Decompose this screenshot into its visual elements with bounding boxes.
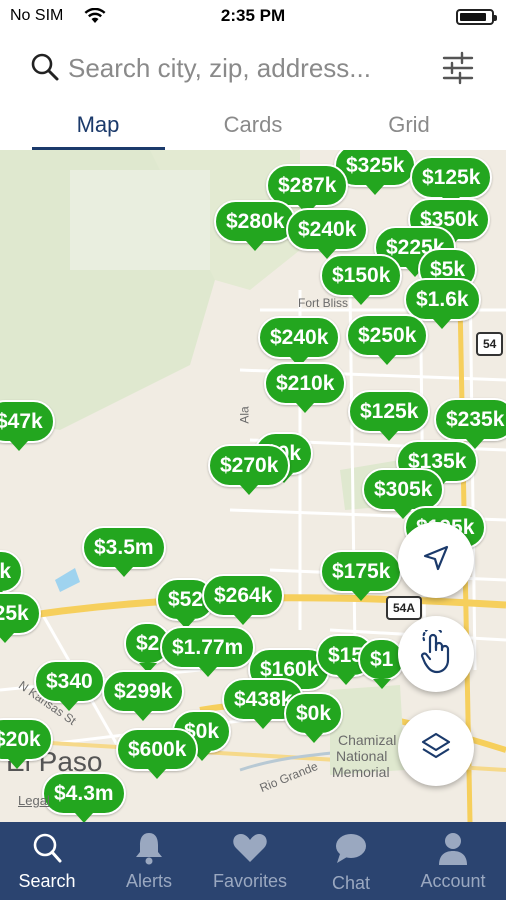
- price-pin[interactable]: $280k: [214, 200, 297, 251]
- map-label-national: National: [336, 748, 388, 764]
- nav-alerts[interactable]: Alerts: [99, 822, 199, 900]
- price-pin[interactable]: $3.5m: [82, 526, 166, 577]
- price-pin[interactable]: $20k: [0, 718, 53, 769]
- map-label-alabama: Ala: [237, 406, 252, 424]
- location-arrow-icon: [422, 544, 450, 577]
- price-pin[interactable]: $175k: [320, 550, 403, 601]
- legal-link[interactable]: Legal: [18, 793, 50, 808]
- locate-button[interactable]: [398, 522, 474, 598]
- price-pin[interactable]: $240k: [258, 316, 341, 367]
- bell-icon: [129, 830, 169, 866]
- nav-search-label: Search: [18, 871, 76, 891]
- price-pin[interactable]: $125k: [410, 156, 493, 207]
- nav-chat-label: Chat: [331, 873, 371, 893]
- price-pin[interactable]: $264k: [202, 574, 285, 625]
- price-pin[interactable]: $235k: [434, 398, 506, 449]
- clock: 2:35 PM: [220, 6, 286, 25]
- nav-account-label: Account: [420, 871, 486, 891]
- search-icon: [30, 52, 60, 87]
- price-pin[interactable]: $299k: [102, 670, 185, 721]
- nav-favorites[interactable]: Favorites: [200, 822, 300, 900]
- tab-cards[interactable]: Cards: [183, 112, 323, 138]
- tab-map[interactable]: Map: [28, 112, 168, 138]
- price-pin[interactable]: $4.3m: [42, 772, 126, 822]
- battery-icon: [456, 9, 497, 25]
- highway-54a-shield: 54A: [386, 596, 423, 620]
- chat-icon: [331, 830, 371, 866]
- filter-icon[interactable]: [440, 50, 476, 91]
- nav-alerts-label: Alerts: [125, 871, 172, 891]
- tab-grid[interactable]: Grid: [339, 112, 479, 138]
- price-pin[interactable]: $240k: [286, 208, 369, 259]
- price-pin[interactable]: $340: [34, 660, 105, 711]
- price-pin[interactable]: $47k: [0, 400, 55, 451]
- price-pin[interactable]: $0k: [284, 692, 344, 743]
- price-pin[interactable]: $125k: [348, 390, 431, 441]
- price-pin[interactable]: $150k: [320, 254, 403, 305]
- price-pin[interactable]: $270k: [208, 444, 291, 495]
- price-pin[interactable]: $1.77m: [160, 626, 256, 677]
- nav-account[interactable]: Account: [403, 822, 503, 900]
- price-pin[interactable]: $210k: [264, 362, 347, 413]
- price-pin[interactable]: $25k: [0, 592, 41, 643]
- map-label-chamizal: Chamizal: [338, 732, 397, 748]
- highway-54-shield: 54: [476, 332, 504, 356]
- person-icon: [433, 830, 473, 866]
- price-pin[interactable]: $305k: [362, 468, 445, 519]
- map-label-memorial: Memorial: [332, 764, 390, 780]
- map-label-fort-bliss: Fort Bliss: [298, 296, 349, 310]
- price-pin[interactable]: $1.6k: [404, 278, 481, 329]
- view-tabs: Map Cards Grid: [0, 100, 506, 150]
- map-layers-button[interactable]: [398, 710, 474, 786]
- nav-chat[interactable]: Chat: [301, 822, 401, 900]
- draw-search-button[interactable]: [398, 616, 474, 692]
- search-bar: [0, 40, 506, 96]
- heart-icon: [230, 830, 270, 866]
- layers-icon: [420, 730, 452, 767]
- map-view[interactable]: Fort Bliss Chamizal National Memorial Ri…: [0, 150, 506, 822]
- hand-draw-icon: [416, 625, 456, 679]
- price-pin[interactable]: $600k: [116, 728, 199, 779]
- status-bar: No SIM 2:35 PM: [0, 0, 506, 34]
- nav-favorites-label: Favorites: [212, 871, 288, 891]
- search-input[interactable]: [68, 52, 428, 84]
- search-icon: [27, 830, 67, 866]
- bottom-nav: Search Alerts Favorites Chat Account: [0, 822, 506, 900]
- price-pin[interactable]: $250k: [346, 314, 429, 365]
- nav-search[interactable]: Search: [0, 822, 97, 900]
